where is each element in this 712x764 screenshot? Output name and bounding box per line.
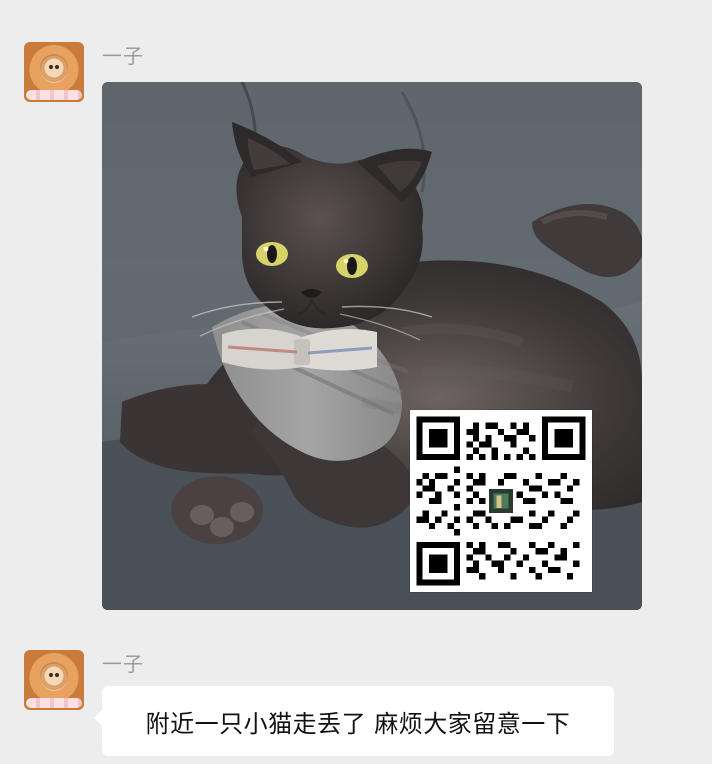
avatar-paws (26, 90, 82, 100)
qr-code[interactable] (410, 410, 592, 592)
avatar-eye-left (49, 673, 53, 677)
avatar-eye-right (55, 673, 59, 677)
avatar-eye-left (49, 65, 53, 69)
chat-window: 一子 一子 附近一只小猫走丢了 麻烦大家留意一下 (0, 0, 712, 764)
avatar-paws (26, 698, 82, 708)
qr-code-graphic (410, 410, 592, 592)
avatar-face (42, 56, 66, 80)
sender-avatar[interactable] (24, 42, 84, 102)
sender-avatar[interactable] (24, 650, 84, 710)
message-text: 附近一只小猫走丢了 麻烦大家留意一下 (145, 709, 571, 738)
text-message[interactable]: 附近一只小猫走丢了 麻烦大家留意一下 (94, 686, 614, 756)
sender-name: 一子 (102, 652, 144, 676)
image-message[interactable] (102, 82, 642, 610)
avatar-face (42, 664, 66, 688)
sender-name: 一子 (102, 44, 144, 68)
avatar-eye-right (55, 65, 59, 69)
